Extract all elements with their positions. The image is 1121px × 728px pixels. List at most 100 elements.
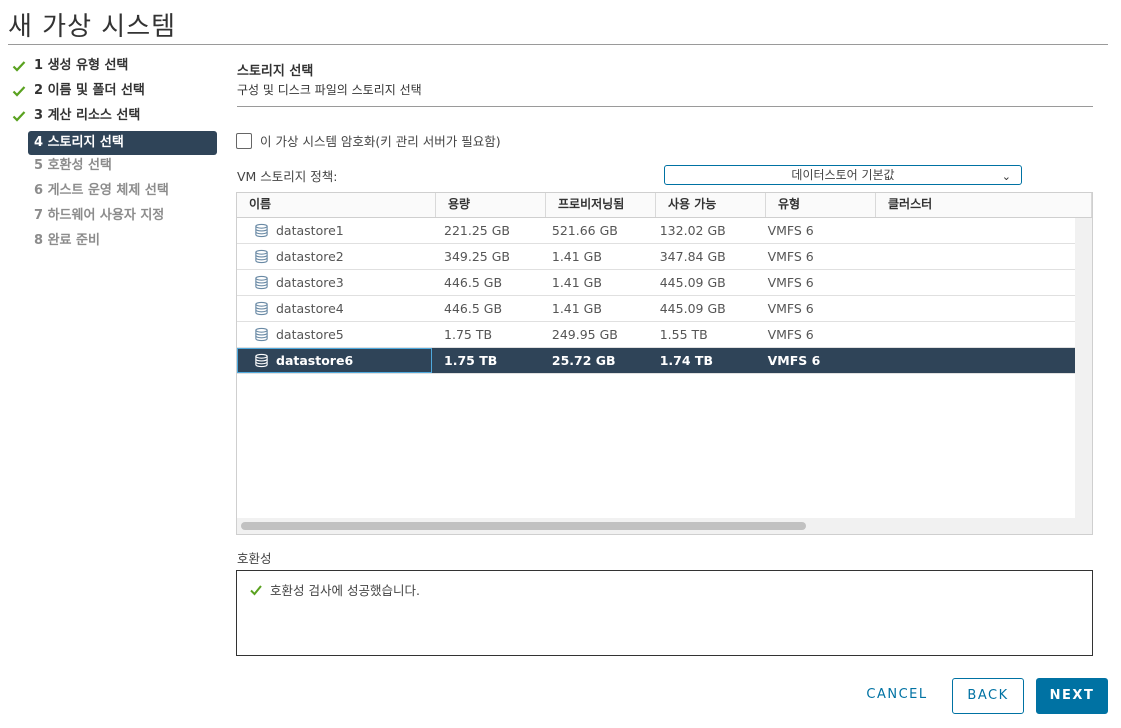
table-cell-provisioned: 249.95 GB	[540, 322, 648, 347]
cell-text: 1.74 TB	[659, 353, 713, 368]
table-row[interactable]: datastore4 446.5 GB 1.41 GB 445.09 GB VMFS 6	[237, 296, 1075, 322]
wizard-step[interactable]: 2 이름 및 폴더 선택	[12, 81, 218, 106]
cell-text: VMFS 6	[767, 223, 814, 238]
horizontal-scrollbar[interactable]	[237, 518, 1092, 534]
table-cell-capacity: 1.75 TB	[432, 322, 540, 347]
table-cell-name: datastore5	[237, 322, 432, 347]
table-row[interactable]: datastore1 221.25 GB 521.66 GB 132.02 GB VMF…	[237, 218, 1075, 244]
wizard-step[interactable]: 3 계산 리소스 선택	[12, 106, 218, 131]
table-cell-provisioned: 1.41 GB	[540, 270, 648, 295]
table-cell-free: 132.02 GB	[648, 218, 756, 243]
column-header[interactable]: 용량	[436, 193, 546, 217]
vertical-scrollbar[interactable]	[1075, 218, 1092, 518]
section-subtitle: 구성 및 디스크 파일의 스토리지 선택	[237, 83, 422, 97]
cell-text: VMFS 6	[767, 353, 821, 368]
cell-text: 1.41 GB	[551, 301, 602, 316]
table-cell-cluster	[863, 322, 1075, 347]
table-cell-provisioned: 25.72 GB	[540, 348, 648, 373]
table-cell-capacity: 446.5 GB	[432, 270, 540, 295]
cell-text: 221.25 GB	[444, 223, 510, 238]
datastore-icon	[255, 353, 268, 368]
wizard-step[interactable]: 1 생성 유형 선택	[12, 56, 218, 81]
compatibility-panel: 호환성 검사에 성공했습니다.	[236, 570, 1093, 656]
table-row[interactable]: datastore3 446.5 GB 1.41 GB 445.09 GB VMFS 6	[237, 270, 1075, 296]
cell-text: 1.41 GB	[551, 249, 602, 264]
table-cell-capacity: 349.25 GB	[432, 244, 540, 269]
cell-text: 1.75 TB	[444, 353, 498, 368]
cancel-button[interactable]: CANCEL	[858, 678, 936, 714]
encrypt-vm-option[interactable]: 이 가상 시스템 암호화(키 관리 서버가 필요함)	[236, 131, 501, 150]
horizontal-scroll-thumb[interactable]	[241, 522, 806, 530]
datastore-icon	[255, 275, 268, 290]
next-button[interactable]: NEXT	[1036, 678, 1108, 714]
table-cell-cluster	[863, 244, 1075, 269]
table-cell-cluster	[863, 270, 1075, 295]
compatibility-label: 호환성	[237, 551, 272, 566]
datastore-icon	[255, 249, 268, 264]
wizard-step: 5 호환성 선택	[12, 156, 218, 181]
cell-text: VMFS 6	[767, 249, 814, 264]
table-cell-name: datastore1	[237, 218, 432, 243]
wizard-step-label: 1 생성 유형 선택	[34, 58, 129, 73]
storage-policy-value: 데이터스토어 기본값	[791, 168, 895, 182]
table-cell-capacity: 446.5 GB	[432, 296, 540, 321]
wizard-step-label: 3 계산 리소스 선택	[34, 108, 141, 123]
column-header[interactable]: 유형	[766, 193, 876, 217]
column-header[interactable]: 사용 가능	[656, 193, 766, 217]
storage-policy-select[interactable]: 데이터스토어 기본값 ⌄	[664, 165, 1022, 185]
back-button[interactable]: BACK	[952, 678, 1024, 714]
cell-text: 446.5 GB	[444, 275, 503, 290]
cell-text: VMFS 6	[767, 301, 814, 316]
table-row[interactable]: datastore6 1.75 TB 25.72 GB 1.74 TB VMFS 6	[237, 348, 1075, 374]
wizard-step-label: 5 호환성 선택	[34, 158, 112, 173]
section-title: 스토리지 선택	[237, 64, 314, 79]
datastore-icon	[255, 223, 268, 238]
table-cell-type: VMFS 6	[756, 270, 864, 295]
cell-text: 132.02 GB	[659, 223, 726, 238]
cell-text: VMFS 6	[767, 275, 814, 290]
datastore-icon	[255, 301, 268, 316]
table-cell-capacity: 1.75 TB	[432, 348, 540, 373]
cell-text: 349.25 GB	[444, 249, 510, 264]
cell-text: datastore5	[276, 327, 344, 342]
cell-text: 521.66 GB	[551, 223, 618, 238]
wizard-step-label: 7 하드웨어 사용자 지정	[34, 208, 165, 223]
compatibility-message: 호환성 검사에 성공했습니다.	[249, 580, 420, 599]
table-cell-type: VMFS 6	[756, 296, 864, 321]
cell-text: 445.09 GB	[659, 275, 726, 290]
encrypt-label: 이 가상 시스템 암호화(키 관리 서버가 필요함)	[260, 134, 501, 149]
table-cell-cluster	[863, 296, 1075, 321]
column-header[interactable]: 클러스터	[876, 193, 1092, 217]
cell-text: 446.5 GB	[444, 301, 503, 316]
table-header: 이름 용량 프로비저닝됨 사용 가능 유형 클러스터	[237, 193, 1092, 218]
table-cell-free: 445.09 GB	[648, 296, 756, 321]
wizard-step-label: 2 이름 및 폴더 선택	[34, 83, 145, 98]
datastore-table: 이름 용량 프로비저닝됨 사용 가능 유형 클러스터 datastore1 221.25 G…	[236, 192, 1093, 535]
table-cell-free: 1.74 TB	[648, 348, 756, 373]
table-row[interactable]: datastore2 349.25 GB 1.41 GB 347.84 GB VMFS …	[237, 244, 1075, 270]
chevron-down-icon: ⌄	[1001, 170, 1011, 183]
section-divider	[237, 106, 1093, 107]
wizard-step[interactable]: 4 스토리지 선택	[28, 131, 217, 155]
column-header[interactable]: 프로비저닝됨	[546, 193, 656, 217]
table-cell-type: VMFS 6	[756, 348, 864, 373]
check-icon	[12, 61, 26, 72]
table-cell-free: 1.55 TB	[648, 322, 756, 347]
storage-policy-label: VM 스토리지 정책:	[237, 169, 338, 184]
table-cell-name: datastore3	[237, 270, 432, 295]
cell-text: datastore3	[276, 275, 344, 290]
table-cell-type: VMFS 6	[756, 244, 864, 269]
compatibility-text: 호환성 검사에 성공했습니다.	[270, 583, 420, 598]
cell-text: 347.84 GB	[659, 249, 726, 264]
cell-text: 1.41 GB	[551, 275, 602, 290]
table-row[interactable]: datastore5 1.75 TB 249.95 GB 1.55 TB VMFS 6	[237, 322, 1075, 348]
wizard-step-label: 8 완료 준비	[34, 233, 100, 248]
cell-text: 1.55 TB	[659, 327, 708, 342]
table-cell-provisioned: 1.41 GB	[540, 296, 648, 321]
column-header[interactable]: 이름	[237, 193, 436, 217]
cell-text: datastore4	[276, 301, 344, 316]
cell-text: VMFS 6	[767, 327, 814, 342]
wizard-steps: 1 생성 유형 선택 2 이름 및 폴더 선택 3 계산 리소스 선택 4 스토리지 …	[12, 56, 218, 256]
table-cell-provisioned: 521.66 GB	[540, 218, 648, 243]
encrypt-checkbox[interactable]	[236, 132, 252, 149]
